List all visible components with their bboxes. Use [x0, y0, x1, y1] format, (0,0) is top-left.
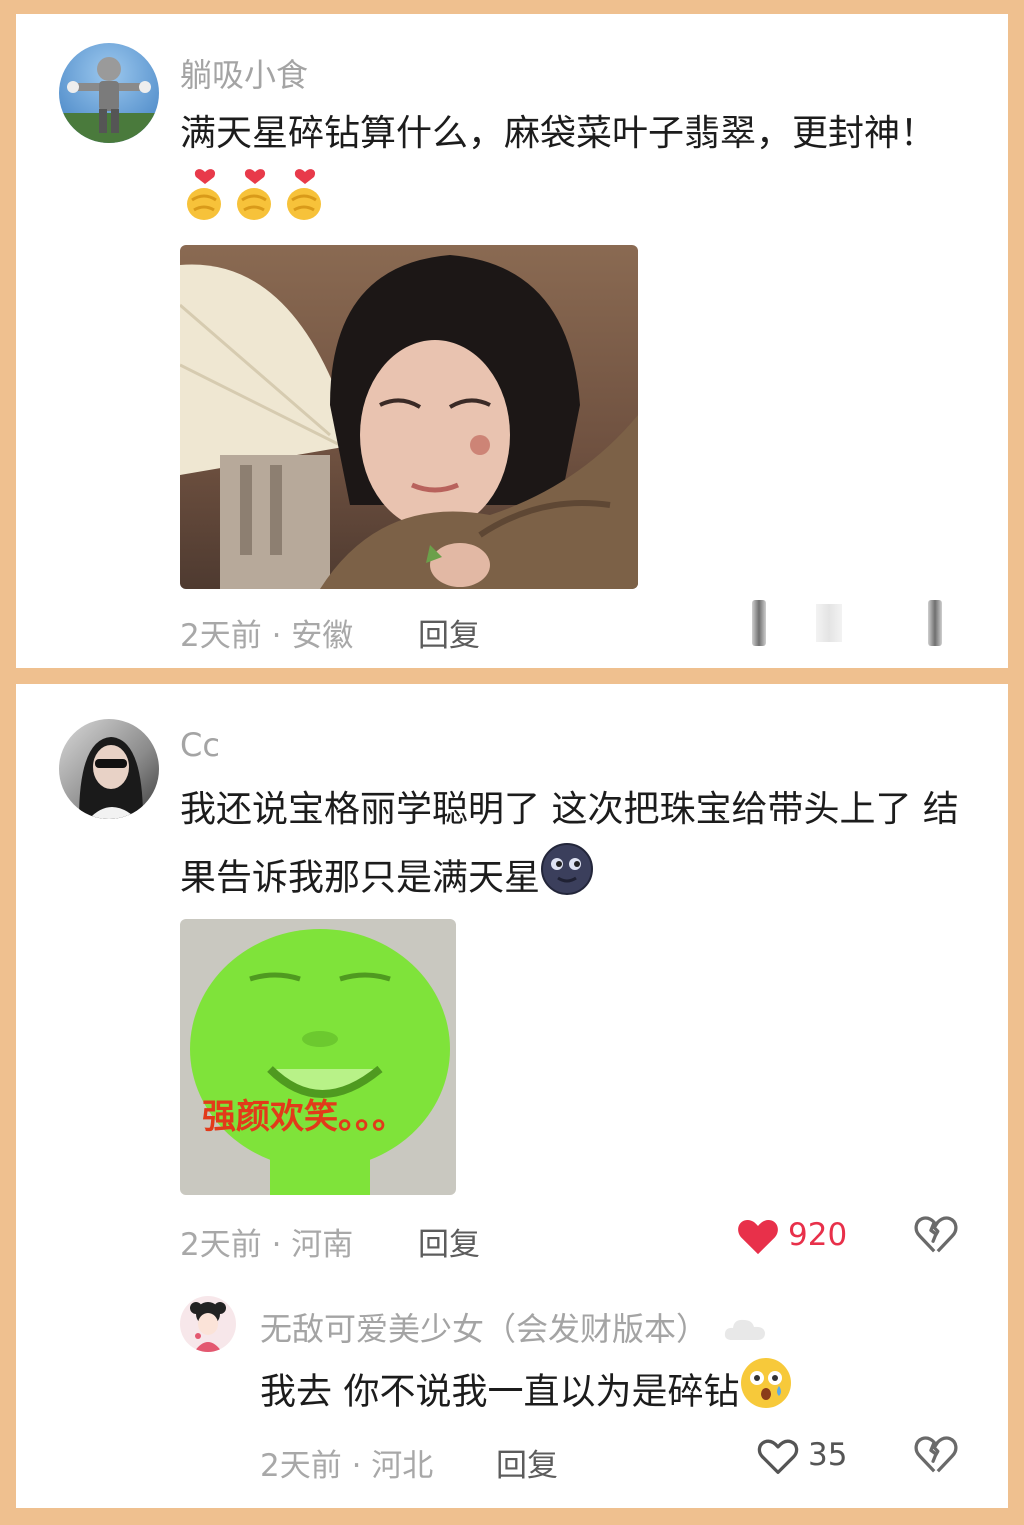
woman-portrait-icon — [79, 737, 143, 819]
comment-image[interactable]: 强颜欢笑。。。 — [180, 919, 456, 1195]
heart-outline-icon — [757, 1439, 799, 1474]
comment-card-1: 躺吸小食 满天星碎钻算什么，麻袋菜叶子翡翠，更封神！ 2天前 · 安徽 回复 — [16, 14, 1008, 668]
finger-heart-icon — [280, 166, 330, 243]
comment-meta: 2天前 · 安徽 — [180, 610, 353, 655]
meta-separator: · — [261, 618, 292, 654]
comment-username[interactable]: Cc — [180, 726, 220, 764]
reply-like-count: 35 — [808, 1437, 848, 1473]
comment-text: 满天星碎钻算什么，麻袋菜叶子翡翠，更封神！ — [180, 102, 950, 243]
reply-username-text: 无敌可爱美少女（会发财版本） — [260, 1310, 709, 1348]
heart-filled-icon — [738, 1219, 778, 1255]
reply-meta: 2天前 · 河北 — [260, 1440, 433, 1485]
finger-heart-icon — [230, 166, 280, 243]
reply-like-button[interactable]: 35 — [756, 1434, 866, 1478]
kaws-figure-icon — [59, 57, 159, 143]
comment-time: 2天前 — [180, 618, 262, 654]
woman-in-burlap-cloak-photo — [180, 255, 638, 589]
comment-location: 河南 — [291, 1227, 354, 1263]
comment-location: 安徽 — [291, 618, 354, 654]
reply-button[interactable]: 回复 — [496, 1440, 558, 1485]
dizzy-face-icon — [739, 1356, 793, 1431]
reply-text: 我去 你不说我一直以为是碎钻 — [260, 1356, 960, 1431]
new-moon-face-icon — [540, 842, 594, 917]
comment-username[interactable]: 躺吸小食 — [180, 50, 308, 96]
broken-heart-icon — [914, 1436, 958, 1473]
comment-time: 2天前 — [180, 1227, 262, 1263]
reply-button[interactable]: 回复 — [418, 1219, 480, 1264]
reply-location: 河北 — [371, 1448, 434, 1484]
avatar[interactable] — [59, 719, 159, 819]
meme-caption: 强颜欢笑。。。 — [202, 1097, 406, 1137]
finger-heart-icon — [180, 166, 230, 243]
broken-heart-icon — [914, 1216, 958, 1253]
avatar[interactable] — [59, 43, 159, 143]
reply-username[interactable]: 无敌可爱美少女（会发财版本） — [260, 1304, 766, 1350]
reply-avatar[interactable] — [180, 1296, 236, 1352]
comment-meta: 2天前 · 河南 — [180, 1219, 353, 1264]
meta-separator: · — [261, 1227, 292, 1263]
meta-separator: · — [341, 1448, 372, 1484]
reply-button[interactable]: 回复 — [418, 610, 480, 655]
green-face-meme — [190, 929, 450, 1195]
like-icon[interactable] — [752, 600, 766, 646]
reply-text-content: 我去 你不说我一直以为是碎钻 — [260, 1371, 740, 1413]
comment-text-content: 满天星碎钻算什么，麻袋菜叶子翡翠，更封神！ — [180, 113, 937, 154]
cartoon-girl-icon — [190, 1302, 226, 1352]
like-count: 920 — [788, 1217, 848, 1253]
comment-card-2: Cc 我还说宝格丽学聪明了 这次把珠宝给带头上了 结果告诉我那只是满天星 强颜欢… — [16, 684, 1008, 1508]
comment-text: 我还说宝格丽学聪明了 这次把珠宝给带头上了 结果告诉我那只是满天星 — [180, 778, 970, 917]
reply-dislike-button[interactable] — [914, 1434, 958, 1478]
comment-image[interactable] — [180, 245, 638, 589]
cloud-icon — [724, 1312, 766, 1350]
like-button[interactable]: 920 — [736, 1214, 856, 1258]
like-count — [816, 604, 842, 642]
dislike-button[interactable] — [914, 1214, 958, 1258]
reply-time: 2天前 — [260, 1448, 342, 1484]
dislike-icon[interactable] — [928, 600, 942, 646]
